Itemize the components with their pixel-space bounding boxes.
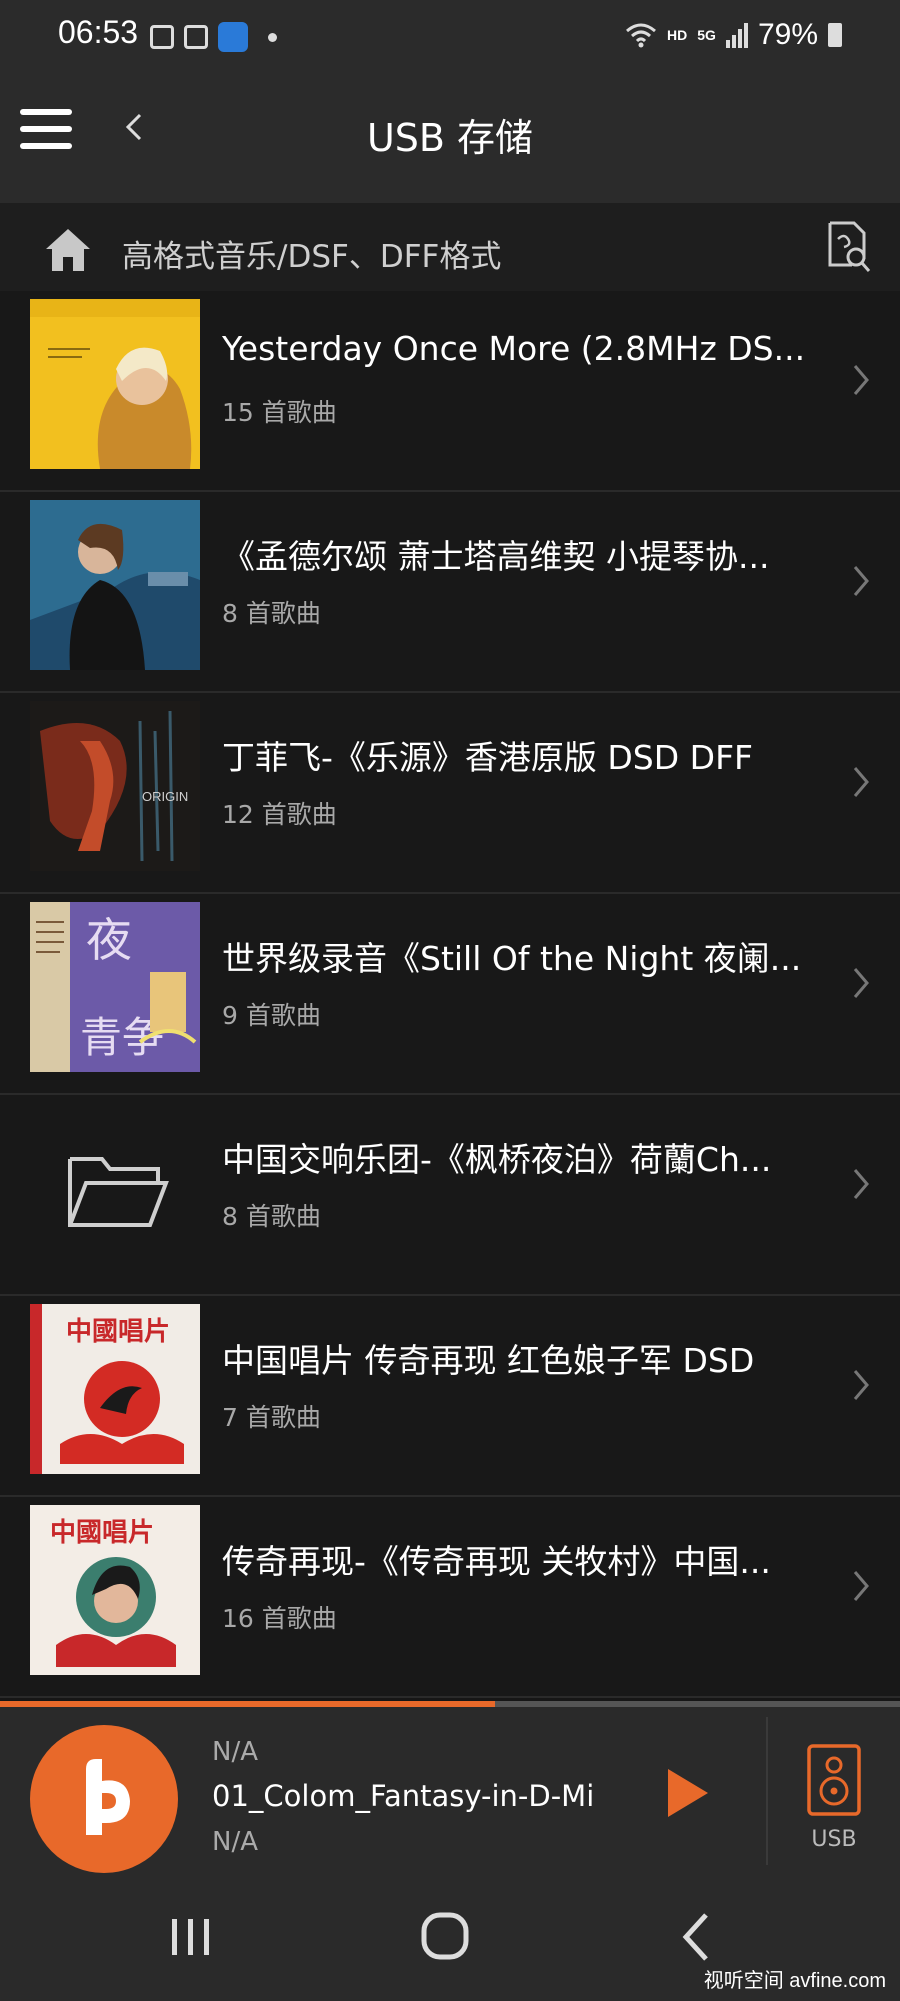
album-cover-image: 夜 青争 — [30, 902, 200, 1072]
signal-label: 5G — [697, 27, 716, 43]
back-nav-icon[interactable] — [660, 1909, 740, 1965]
app-notification-icon — [184, 25, 208, 49]
breadcrumb: 高格式音乐/DSF、DFF格式 — [0, 203, 900, 291]
speaker-icon — [807, 1744, 861, 1816]
chevron-right-icon — [853, 767, 869, 797]
status-bar: 06:53 HD 5G 79% — [0, 0, 900, 75]
track-count: 8 首歌曲 — [222, 1202, 321, 1231]
cover-title-text: 中國唱片 — [66, 1317, 170, 1347]
list-item[interactable]: ORIGIN 丁菲飞-《乐源》香港原版 DSD DFF 12 首歌曲 — [0, 693, 900, 894]
album-title: 《孟德尔颂 萧士塔高维契 小提琴协... — [222, 537, 770, 576]
list-item[interactable]: 中国交响乐团-《枫桥夜泊》荷蘭Ch... 8 首歌曲 — [0, 1095, 900, 1296]
list-item[interactable]: 中國唱片 中国唱片 传奇再现 红色娘子军 DSD 7 首歌曲 — [0, 1296, 900, 1497]
home-nav-icon[interactable] — [404, 1909, 484, 1965]
now-playing-track[interactable]: 01_Colom_Fantasy-in-D-Mi — [212, 1779, 602, 1813]
play-button[interactable] — [666, 1767, 710, 1819]
list-item[interactable]: 中國唱片 传奇再现-《传奇再现 关牧村》中国... 16 首歌曲 — [0, 1497, 900, 1698]
home-icon[interactable] — [44, 227, 92, 273]
list-item[interactable]: 夜 青争 世界级录音《Still Of the Night 夜阑... 9 首歌… — [0, 894, 900, 1095]
track-count: 9 首歌曲 — [222, 1001, 321, 1030]
chevron-right-icon — [853, 566, 869, 596]
album-title: 传奇再现-《传奇再现 关牧村》中国... — [222, 1542, 771, 1581]
file-search-icon[interactable] — [826, 219, 872, 275]
chevron-right-icon — [853, 968, 869, 998]
status-time: 06:53 — [58, 14, 139, 50]
album-cover-image — [30, 299, 200, 469]
track-count: 12 首歌曲 — [222, 800, 337, 829]
baidu-notification-icon — [218, 22, 248, 52]
output-device-label: USB — [811, 1827, 857, 1852]
chevron-right-icon — [853, 365, 869, 395]
album-title: 中国交响乐团-《枫桥夜泊》荷蘭Ch... — [222, 1140, 772, 1179]
album-list: Yesterday Once More (2.8MHz DS... 15 首歌曲… — [0, 291, 900, 1698]
mini-player: N/A 01_Colom_Fantasy-in-D-Mi N/A USB — [0, 1707, 900, 1875]
cover-title-text: 中國唱片 — [50, 1518, 154, 1548]
list-item[interactable]: Yesterday Once More (2.8MHz DS... 15 首歌曲 — [0, 291, 900, 492]
now-playing-album: N/A — [212, 1827, 258, 1857]
hd-voice-icon: HD — [667, 27, 688, 43]
chevron-right-icon — [853, 1370, 869, 1400]
app-bar: USB 存储 — [0, 75, 900, 203]
track-count: 7 首歌曲 — [222, 1403, 321, 1432]
track-count: 16 首歌曲 — [222, 1604, 337, 1633]
album-cover-image: 中國唱片 — [30, 1505, 200, 1675]
watermark: 视听空间 avfine.com — [703, 1970, 886, 1992]
album-cover-image: 中國唱片 — [30, 1304, 200, 1474]
battery-percent: 79% — [757, 18, 818, 51]
battery-icon — [828, 23, 842, 47]
album-cover-image — [30, 500, 200, 670]
gallery-notification-icon — [150, 25, 174, 49]
cover-night-char: 夜 — [86, 913, 132, 967]
now-playing-artist: N/A — [212, 1737, 258, 1767]
notification-icons — [150, 22, 277, 52]
track-count: 15 首歌曲 — [222, 398, 337, 427]
folder-icon — [30, 1103, 200, 1273]
album-title: Yesterday Once More (2.8MHz DS... — [222, 329, 806, 368]
app-logo-icon[interactable] — [30, 1725, 178, 1873]
album-title: 中国唱片 传奇再现 红色娘子军 DSD — [222, 1341, 755, 1380]
player-divider — [766, 1717, 768, 1865]
album-cover-image: ORIGIN — [30, 701, 200, 871]
breadcrumb-path[interactable]: 高格式音乐/DSF、DFF格式 — [122, 231, 501, 276]
output-device-button[interactable]: USB — [784, 1743, 884, 1853]
chevron-right-icon — [853, 1571, 869, 1601]
system-nav-bar: 视听空间 avfine.com — [0, 1875, 900, 2001]
more-notifications-dot-icon — [268, 32, 277, 42]
wifi-icon — [626, 23, 657, 48]
track-count: 8 首歌曲 — [222, 599, 321, 628]
album-title: 世界级录音《Still Of the Night 夜阑... — [222, 939, 802, 978]
cover-origin-text: ORIGIN — [142, 789, 188, 804]
page-title: USB 存储 — [366, 116, 534, 160]
chevron-right-icon — [853, 1169, 869, 1199]
recent-apps-icon[interactable] — [150, 1909, 230, 1965]
list-item[interactable]: 《孟德尔颂 萧士塔高维契 小提琴协... 8 首歌曲 — [0, 492, 900, 693]
album-title: 丁菲飞-《乐源》香港原版 DSD DFF — [222, 738, 754, 777]
cell-signal-icon — [725, 23, 748, 48]
